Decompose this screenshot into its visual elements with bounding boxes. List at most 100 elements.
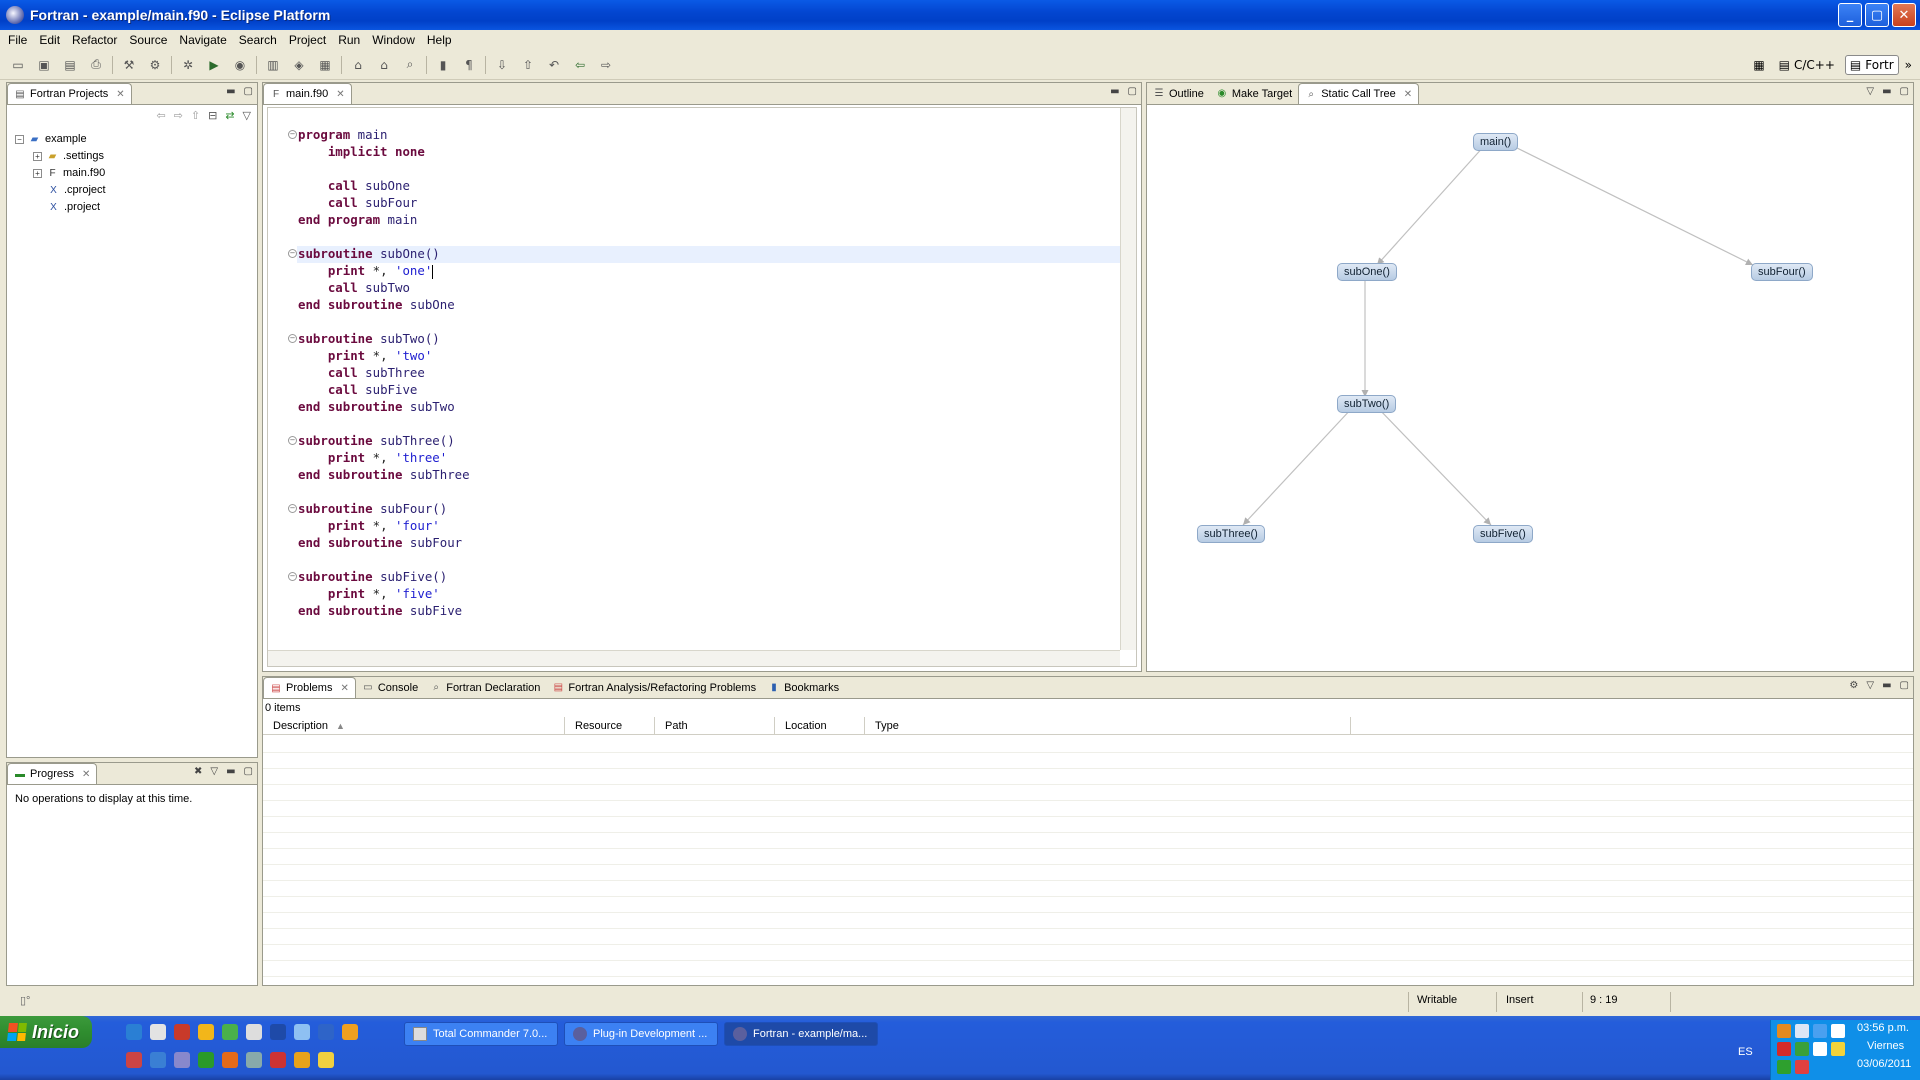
tab-analysis-problems[interactable]: ▤ Fortran Analysis/Refactoring Problems [546, 677, 762, 698]
quick-launch-icon[interactable] [174, 1052, 190, 1068]
tray-network-icon[interactable] [1795, 1024, 1809, 1038]
code-line[interactable]: call subThree [298, 364, 470, 381]
maximize-view-icon[interactable]: ▢ [1128, 86, 1137, 97]
code-line[interactable]: subroutine subFive() [298, 568, 470, 585]
maximize-view-icon[interactable]: ▢ [1900, 680, 1909, 691]
external-tools-icon[interactable]: ◉ [230, 56, 250, 74]
menu-file[interactable]: File [2, 33, 33, 47]
save-icon[interactable]: ▣ [34, 56, 54, 74]
tray-app-icon[interactable] [1831, 1042, 1845, 1056]
clock-time[interactable]: 03:56 p.m. [1857, 1022, 1909, 1034]
close-icon[interactable]: ✕ [82, 769, 90, 780]
view-menu-icon[interactable]: ▽ [243, 109, 251, 122]
open-type-icon[interactable]: ⌂ [348, 56, 368, 74]
quick-launch-icon[interactable] [150, 1052, 166, 1068]
code-line[interactable]: end subroutine subThree [298, 466, 470, 483]
maximize-view-icon[interactable]: ▢ [244, 766, 253, 777]
back-icon[interactable]: ⇦ [156, 109, 165, 122]
fold-marker-icon[interactable]: − [288, 249, 297, 258]
tray-app-icon[interactable] [1813, 1042, 1827, 1056]
code-line[interactable] [298, 483, 470, 500]
close-icon[interactable]: ✕ [1404, 89, 1412, 100]
new-source-icon[interactable]: ▦ [315, 56, 335, 74]
view-menu-icon[interactable]: ▽ [1866, 86, 1874, 97]
horizontal-scrollbar[interactable] [268, 650, 1120, 666]
column-description[interactable]: Description ▲ [263, 717, 565, 735]
code-line[interactable]: end subroutine subTwo [298, 398, 470, 415]
fold-marker-icon[interactable]: − [288, 572, 297, 581]
tree-item-cproject[interactable]: X .cproject [47, 182, 105, 198]
quick-launch-icon[interactable] [222, 1024, 238, 1040]
code-line[interactable]: subroutine subThree() [298, 432, 470, 449]
new-class-icon[interactable]: ◈ [289, 56, 309, 74]
maximize-view-icon[interactable]: ▢ [244, 86, 253, 97]
column-location[interactable]: Location [775, 717, 865, 735]
expand-icon[interactable]: + [33, 151, 42, 161]
quick-launch-icon[interactable] [270, 1024, 286, 1040]
code-line[interactable]: print *, 'five' [298, 585, 470, 602]
vertical-scrollbar[interactable] [1120, 108, 1136, 650]
new-icon[interactable]: ▭ [8, 56, 28, 74]
quick-launch-icon[interactable] [342, 1024, 358, 1040]
fold-marker-icon[interactable]: − [288, 334, 297, 343]
code-line[interactable]: subroutine subTwo() [298, 330, 470, 347]
node-main[interactable]: main() [1473, 133, 1519, 151]
menu-search[interactable]: Search [233, 33, 283, 47]
code-line[interactable]: end subroutine subOne [298, 296, 470, 313]
close-icon[interactable]: ✕ [340, 683, 348, 694]
quick-launch-icon[interactable] [198, 1024, 214, 1040]
back-icon[interactable]: ⇦ [570, 56, 590, 74]
tab-main-f90[interactable]: F main.f90 ✕ [263, 83, 352, 104]
code-line[interactable]: call subFour [298, 194, 470, 211]
filter-icon[interactable]: ⚙ [1849, 680, 1858, 691]
code-line[interactable]: print *, 'four' [298, 517, 470, 534]
minimize-view-icon[interactable]: ▬ [1882, 86, 1891, 97]
quick-launch-icon[interactable] [198, 1052, 214, 1068]
print-icon[interactable]: ⎙ [86, 56, 106, 74]
tray-app-icon[interactable] [1795, 1042, 1809, 1056]
collapse-icon[interactable]: − [15, 134, 24, 144]
build-icon[interactable]: ⚒ [119, 56, 139, 74]
up-icon[interactable]: ⇧ [191, 109, 200, 122]
close-button[interactable]: ✕ [1892, 3, 1916, 27]
debug-icon[interactable]: ✲ [178, 56, 198, 74]
view-menu-icon[interactable]: ▽ [210, 766, 218, 777]
view-menu-icon[interactable]: ▽ [1866, 680, 1874, 691]
minimize-view-icon[interactable]: ▬ [226, 86, 235, 97]
node-subthree[interactable]: subThree() [1197, 525, 1265, 543]
build-config-icon[interactable]: ⚙ [145, 56, 165, 74]
new-file-icon[interactable]: ▥ [263, 56, 283, 74]
start-button[interactable]: Inicio [0, 1016, 92, 1048]
code-line[interactable]: end subroutine subFour [298, 534, 470, 551]
tab-outline[interactable]: ☰ Outline [1147, 83, 1210, 104]
code-line[interactable] [298, 551, 470, 568]
minimize-button[interactable]: _ [1838, 3, 1862, 27]
node-subtwo[interactable]: subTwo() [1337, 395, 1397, 413]
quick-launch-icon[interactable] [270, 1052, 286, 1068]
code-line[interactable]: program main [298, 126, 470, 143]
remove-all-icon[interactable]: ✖ [194, 766, 202, 777]
tray-app-icon[interactable] [1795, 1060, 1809, 1074]
column-path[interactable]: Path [655, 717, 775, 735]
tab-bookmarks[interactable]: ▮ Bookmarks [762, 677, 845, 698]
source-code[interactable]: program main implicit none call subOne c… [298, 126, 470, 619]
column-type[interactable]: Type [865, 717, 1351, 735]
code-line[interactable] [298, 160, 470, 177]
tree-item-example[interactable]: − ▰ example [15, 131, 87, 147]
tab-console[interactable]: ▭ Console [356, 677, 424, 698]
more-perspectives-button[interactable]: » [1905, 58, 1912, 72]
node-subone[interactable]: subOne() [1337, 263, 1397, 281]
run-icon[interactable]: ▶ [204, 56, 224, 74]
quick-launch-icon[interactable] [174, 1024, 190, 1040]
tree-item-project[interactable]: X .project [47, 199, 100, 215]
perspective-fortran[interactable]: ▤ Fortr [1844, 55, 1899, 75]
last-edit-icon[interactable]: ↶ [544, 56, 564, 74]
quick-launch-icon[interactable] [318, 1024, 334, 1040]
quick-launch-icon[interactable] [126, 1052, 142, 1068]
code-line[interactable]: end program main [298, 211, 470, 228]
menu-edit[interactable]: Edit [33, 33, 66, 47]
tray-app-icon[interactable] [1813, 1024, 1827, 1038]
tray-app-icon[interactable] [1777, 1042, 1791, 1056]
code-line[interactable] [298, 313, 470, 330]
code-line[interactable]: print *, 'one' [298, 262, 470, 279]
